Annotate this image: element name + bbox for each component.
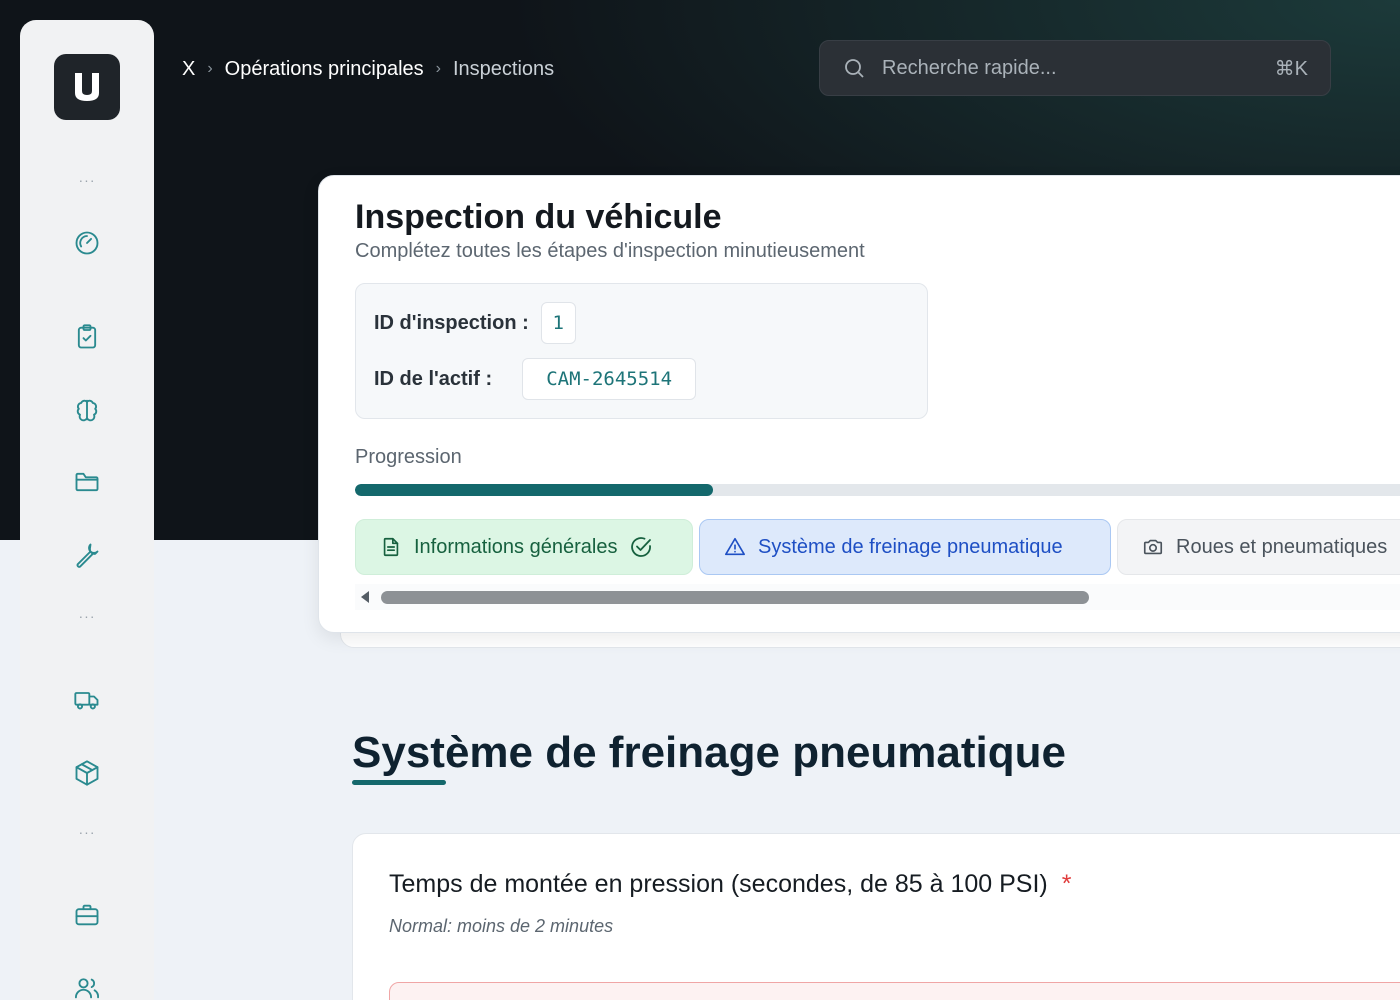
asset-id-row: ID de l'actif : CAM-2645514 [374, 358, 697, 400]
sidebar-item-jobs[interactable] [72, 900, 102, 930]
inspection-id-label: ID d'inspection : [374, 311, 529, 334]
section-title: Système de freinage pneumatique [352, 728, 1066, 777]
page-title: Inspection du véhicule [355, 198, 722, 236]
brain-icon [76, 399, 98, 422]
sidebar-item-inspections[interactable] [72, 322, 102, 352]
sidebar-item-maintenance[interactable] [72, 540, 102, 570]
asset-id-label: ID de l'actif : [374, 367, 493, 390]
tab-label: Roues et pneumatiques [1176, 535, 1388, 558]
field-label: Temps de montée en pression (secondes, d… [389, 870, 1071, 899]
tab-label: Informations générales [414, 535, 618, 558]
sidebar: ··· ··· ··· [20, 20, 154, 1000]
progress-bar-fill [355, 484, 713, 496]
warning-triangle-icon [725, 537, 745, 556]
tab-general-info[interactable]: Informations générales [355, 519, 693, 575]
breadcrumb-separator: › [435, 60, 441, 77]
search-icon [842, 56, 866, 80]
sidebar-item-ai[interactable] [72, 395, 102, 425]
tab-wheels-tires[interactable]: Roues et pneumatiques [1117, 519, 1400, 575]
page-subtitle: Complétez toutes les étapes d'inspection… [355, 240, 865, 262]
users-icon [74, 978, 100, 999]
sidebar-item-dashboard[interactable] [72, 228, 102, 258]
inspection-steps-tabs: Informations générales Système de freina… [355, 519, 1400, 577]
required-marker: * [1061, 870, 1072, 898]
tab-label: Système de freinage pneumatique [758, 535, 1063, 558]
scroll-left-arrow-icon[interactable] [361, 591, 369, 603]
breadcrumb-operations[interactable]: Opérations principales [225, 58, 424, 81]
sidebar-group-dots: ··· [78, 608, 96, 624]
inspection-id-row: ID d'inspection : 1 [374, 302, 576, 344]
sidebar-group-dots: ··· [78, 172, 96, 188]
app-logo[interactable] [54, 54, 120, 120]
breadcrumb-current: Inspections [453, 57, 555, 80]
search-input[interactable] [882, 56, 1275, 80]
clipboard-check-icon [77, 324, 97, 349]
progress-bar [355, 484, 1400, 496]
quick-search[interactable]: ⌘K [819, 40, 1331, 96]
sidebar-item-documents[interactable] [72, 467, 102, 497]
package-icon [75, 760, 99, 786]
pressure-time-field-card: Temps de montée en pression (secondes, d… [352, 833, 1400, 1000]
document-icon [383, 537, 399, 557]
breadcrumb-separator: › [207, 60, 213, 77]
wrench-icon [76, 543, 99, 568]
field-label-text: Temps de montée en pression (secondes, d… [389, 870, 1048, 898]
section-title-underline [352, 780, 446, 785]
inspection-ids-panel: ID d'inspection : 1 ID de l'actif : CAM-… [355, 283, 928, 419]
check-circle-icon [631, 537, 652, 557]
progress-label: Progression [355, 446, 462, 468]
sidebar-item-users[interactable] [72, 973, 102, 1000]
sidebar-group-dots: ··· [78, 824, 96, 840]
tabs-scrollbar[interactable] [355, 584, 1400, 610]
field-hint: Normal: moins de 2 minutes [389, 916, 614, 936]
briefcase-icon [75, 904, 99, 926]
breadcrumb-home[interactable]: X [182, 58, 195, 81]
logo-icon [75, 73, 99, 101]
scrollbar-thumb[interactable] [381, 591, 1089, 604]
sidebar-item-inventory[interactable] [72, 758, 102, 788]
inspection-id-value: 1 [540, 302, 576, 344]
asset-id-value: CAM-2645514 [522, 358, 697, 400]
dashboard-gauge-icon [75, 231, 99, 255]
breadcrumb: X › Opérations principales › Inspections [182, 56, 554, 82]
truck-icon [74, 692, 99, 710]
tab-brake-system[interactable]: Système de freinage pneumatique [699, 519, 1111, 575]
pressure-time-input[interactable] [389, 982, 1400, 1000]
folder-icon [75, 472, 99, 492]
inspection-card: Inspection du véhicule Complétez toutes … [318, 175, 1400, 633]
search-shortcut: ⌘K [1274, 57, 1308, 80]
sidebar-item-fleet[interactable] [72, 685, 102, 715]
camera-icon [1143, 539, 1163, 555]
